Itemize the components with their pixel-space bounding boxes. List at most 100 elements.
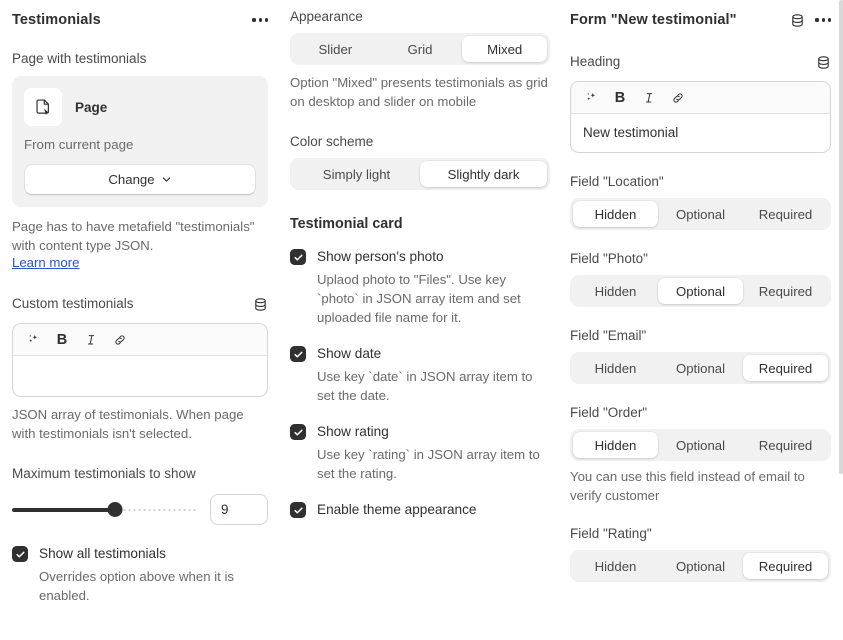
appearance-segmented-control[interactable]: Slider Grid Mixed	[290, 33, 550, 65]
field-order-option-required[interactable]: Required	[743, 432, 828, 458]
maximum-testimonials-slider[interactable]	[12, 500, 196, 520]
field-order-group: Field "Order" Hidden Optional Required You c…	[570, 404, 831, 505]
appearance-option-grid[interactable]: Grid	[378, 36, 463, 62]
theme-editor-settings-panel: Testimonials Page with testimonials Page	[0, 0, 843, 640]
appearance-option-mixed[interactable]: Mixed	[462, 36, 548, 62]
field-rating-option-optional[interactable]: Optional	[658, 553, 743, 579]
page-with-testimonials-label: Page with testimonials	[12, 51, 147, 66]
link-icon[interactable]	[666, 86, 690, 110]
field-email-segmented-control[interactable]: Hidden Optional Required	[570, 352, 831, 384]
form-field-list: Field "Location" Hidden Optional Required Fi…	[570, 173, 831, 582]
color-scheme-segmented-control[interactable]: Simply light Slightly dark	[290, 158, 550, 190]
page-resource-name: Page	[75, 99, 108, 115]
card-option-row[interactable]: Show person's photo	[290, 248, 550, 266]
page-resource-row: Page	[24, 88, 256, 126]
card-option-row[interactable]: Enable theme appearance	[290, 501, 550, 519]
database-icon[interactable]	[790, 13, 805, 28]
italic-icon[interactable]	[637, 86, 661, 110]
field-location-option-optional[interactable]: Optional	[658, 201, 743, 227]
custom-testimonials-header: Custom testimonials	[12, 292, 268, 316]
show-date-checkbox[interactable]	[290, 346, 306, 362]
field-location-option-hidden[interactable]: Hidden	[573, 201, 658, 227]
maximum-testimonials-slider-row	[12, 494, 268, 525]
show-all-testimonials-group: Show all testimonials Overrides option a…	[12, 545, 268, 605]
database-icon[interactable]	[816, 55, 831, 70]
link-icon[interactable]	[108, 328, 132, 352]
custom-testimonials-editor[interactable]: B	[12, 323, 268, 397]
card-option-row[interactable]: Show rating	[290, 423, 550, 441]
card-option-group: Show date Use key `date` in JSON array it…	[290, 345, 550, 405]
ai-sparkle-icon[interactable]	[21, 328, 45, 352]
custom-testimonials-label: Custom testimonials	[12, 296, 134, 311]
bold-icon[interactable]: B	[608, 86, 632, 110]
heading-label: Heading	[570, 54, 621, 69]
database-icon[interactable]	[253, 297, 268, 312]
show-all-testimonials-label: Show all testimonials	[39, 546, 166, 561]
field-email-option-optional[interactable]: Optional	[658, 355, 743, 381]
field-rating-option-required[interactable]: Required	[743, 553, 828, 579]
maximum-testimonials-label: Maximum testimonials to show	[12, 466, 196, 481]
custom-testimonials-help: JSON array of testimonials. When page wi…	[12, 407, 244, 441]
field-order-help: You can use this field instead of email …	[570, 469, 805, 503]
page-scrollbar[interactable]	[839, 0, 843, 640]
field-location-label: Field "Location"	[570, 174, 664, 189]
enable-theme-appearance-checkbox[interactable]	[290, 502, 306, 518]
bold-icon[interactable]: B	[50, 328, 74, 352]
field-order-segmented-control[interactable]: Hidden Optional Required	[570, 429, 831, 461]
form-settings-column: Form "New testimonial" Heading B New tes…	[560, 0, 843, 640]
card-option-row[interactable]: Show date	[290, 345, 550, 363]
heading-editor-value[interactable]: New testimonial	[571, 114, 830, 152]
show-all-testimonials-help: Overrides option above when it is enable…	[39, 569, 234, 603]
ai-sparkle-icon[interactable]	[579, 86, 603, 110]
field-photo-option-required[interactable]: Required	[743, 278, 828, 304]
testimonial-card-options: Show person's photo Uplaod photo to "File…	[290, 248, 550, 519]
field-order-option-optional[interactable]: Optional	[658, 432, 743, 458]
slider-thumb[interactable]	[107, 502, 123, 517]
color-scheme-option-simply-light[interactable]: Simply light	[293, 161, 420, 187]
field-rating-segmented-control[interactable]: Hidden Optional Required	[570, 550, 831, 582]
show-person-s-photo-checkbox[interactable]	[290, 249, 306, 265]
field-email-group: Field "Email" Hidden Optional Required	[570, 327, 831, 384]
show-person-s-photo-help: Uplaod photo to "Files". Use key `photo`…	[317, 272, 521, 325]
form-panel-title: Form "New testimonial"	[570, 12, 737, 28]
field-email-label: Field "Email"	[570, 328, 647, 343]
heading-editor[interactable]: B New testimonial	[570, 81, 831, 153]
testimonial-card-section-title: Testimonial card	[290, 216, 403, 232]
field-rating-option-hidden[interactable]: Hidden	[573, 553, 658, 579]
field-photo-group: Field "Photo" Hidden Optional Required	[570, 250, 831, 307]
card-option-group: Show person's photo Uplaod photo to "File…	[290, 248, 550, 327]
field-photo-option-hidden[interactable]: Hidden	[573, 278, 658, 304]
field-order-option-hidden[interactable]: Hidden	[573, 432, 658, 458]
page-thumbnail	[24, 88, 62, 126]
change-page-button[interactable]: Change	[24, 164, 256, 195]
field-location-segmented-control[interactable]: Hidden Optional Required	[570, 198, 831, 230]
page-scrollbar-thumb[interactable]	[839, 0, 843, 474]
appearance-option-slider[interactable]: Slider	[293, 36, 378, 62]
page-metafield-help: Page has to have metafield "testimonials…	[12, 219, 255, 253]
change-page-button-label: Change	[108, 172, 155, 187]
field-location-option-required[interactable]: Required	[743, 201, 828, 227]
form-panel-header: Form "New testimonial"	[570, 8, 831, 32]
card-option-group: Enable theme appearance	[290, 501, 550, 519]
show-rating-checkbox[interactable]	[290, 424, 306, 440]
field-photo-segmented-control[interactable]: Hidden Optional Required	[570, 275, 831, 307]
field-email-option-required[interactable]: Required	[743, 355, 828, 381]
more-options-icon[interactable]	[815, 16, 831, 23]
more-options-icon[interactable]	[252, 16, 268, 23]
italic-icon[interactable]	[79, 328, 103, 352]
maximum-testimonials-input[interactable]	[210, 494, 268, 525]
field-email-option-hidden[interactable]: Hidden	[573, 355, 658, 381]
appearance-help: Option "Mixed" presents testimonials as …	[290, 75, 548, 109]
enable-theme-appearance-label: Enable theme appearance	[317, 502, 477, 517]
show-all-testimonials-checkbox[interactable]	[12, 546, 28, 562]
field-order-label: Field "Order"	[570, 405, 648, 420]
custom-testimonials-value[interactable]	[13, 356, 267, 396]
form-header-actions	[790, 13, 831, 28]
learn-more-link[interactable]: Learn more	[12, 255, 268, 270]
show-all-testimonials-row[interactable]: Show all testimonials	[12, 545, 268, 563]
field-photo-option-optional[interactable]: Optional	[658, 278, 743, 304]
color-scheme-option-slightly-dark[interactable]: Slightly dark	[420, 161, 547, 187]
show-rating-help: Use key `rating` in JSON array item to s…	[317, 447, 540, 481]
appearance-label: Appearance	[290, 9, 363, 24]
page-resource-source: From current page	[24, 137, 134, 152]
